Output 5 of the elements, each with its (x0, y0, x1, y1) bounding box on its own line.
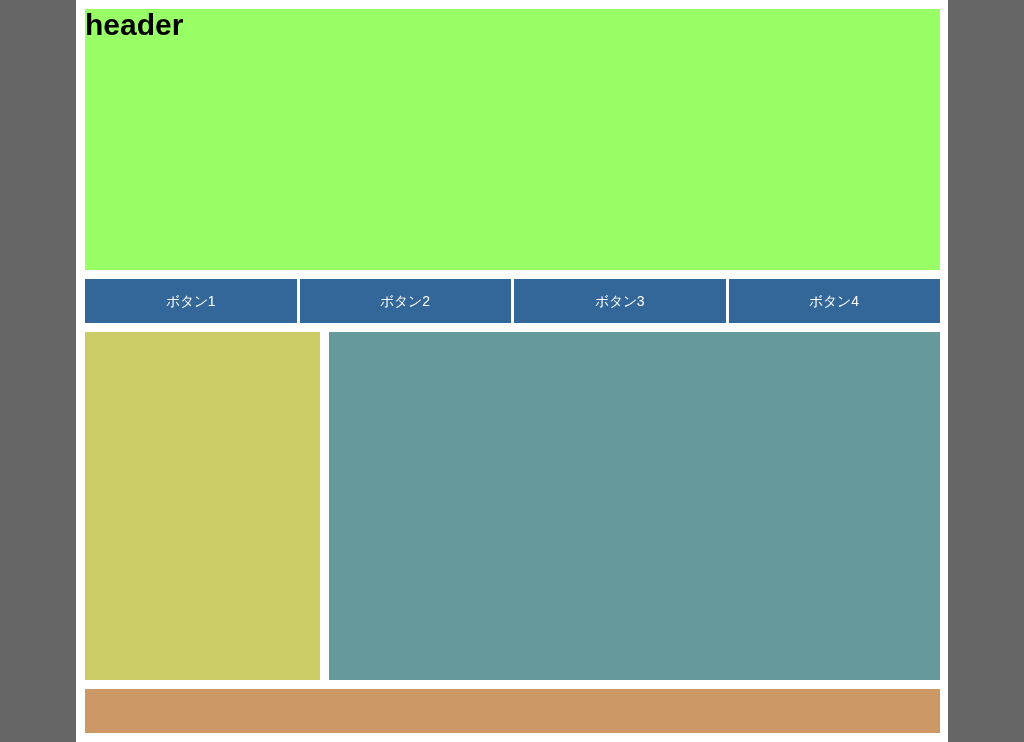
nav-button[interactable]: ボタン1 (85, 279, 297, 323)
header-title: header (85, 10, 184, 40)
nav-button[interactable]: ボタン4 (728, 279, 940, 323)
nav-button[interactable]: ボタン3 (514, 279, 726, 323)
nav-button[interactable]: ボタン2 (299, 279, 511, 323)
